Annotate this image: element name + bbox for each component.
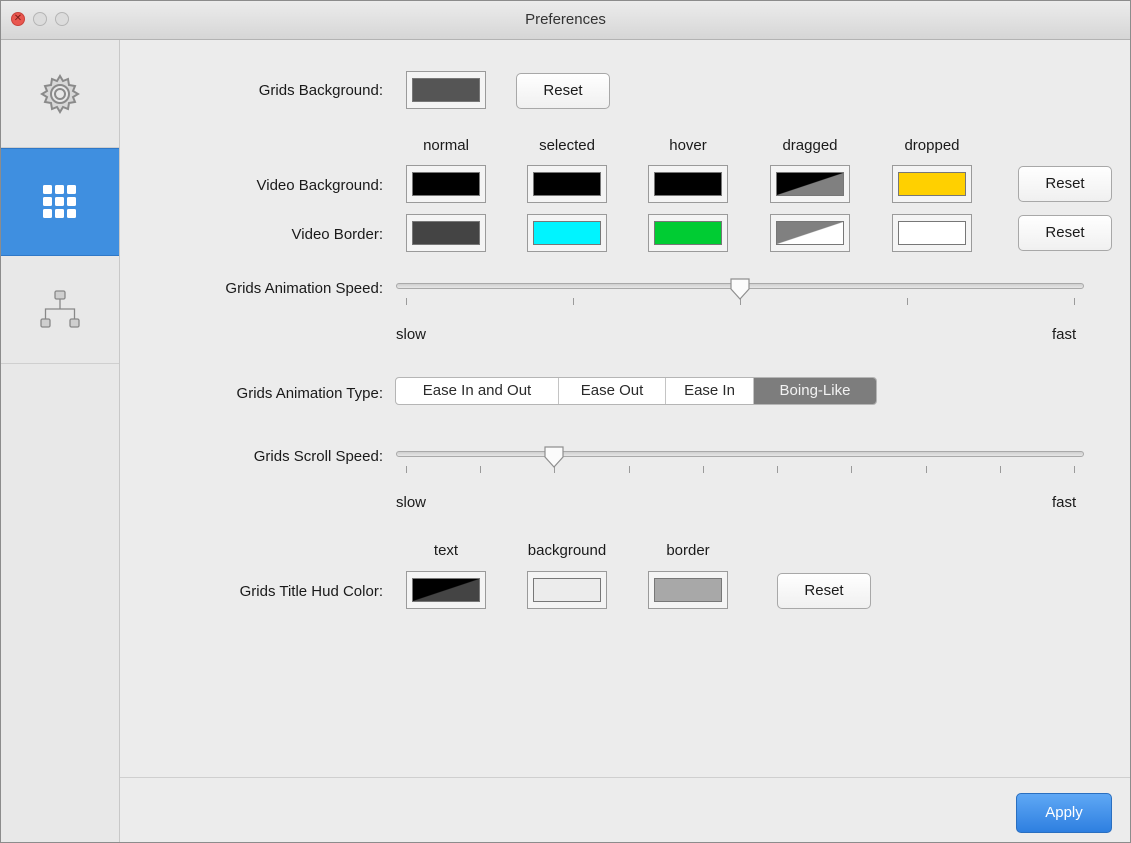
title-hud-background-well[interactable]	[527, 571, 607, 609]
animation-speed-label: Grids Animation Speed:	[225, 280, 383, 297]
column-normal: normal	[423, 137, 469, 154]
sidebar-item-grids[interactable]	[1, 148, 119, 256]
video-background-selected-well[interactable]	[527, 165, 607, 203]
color-fill	[776, 221, 844, 245]
video-border-reset-button[interactable]: Reset	[1018, 215, 1112, 251]
title-bar[interactable]: ✕ Preferences	[1, 1, 1130, 40]
slider-tick	[628, 466, 630, 473]
title-hud-text-well[interactable]	[406, 571, 486, 609]
preferences-window: ✕ Preferences Grids Background: Reset no…	[0, 0, 1131, 843]
gear-icon	[40, 73, 80, 114]
video-background-reset-button[interactable]: Reset	[1018, 166, 1112, 202]
color-fill	[654, 172, 722, 196]
slider-tick	[573, 298, 574, 305]
slider-tick	[406, 298, 407, 305]
video-border-hover-well[interactable]	[648, 214, 728, 252]
video-border-dragged-well[interactable]	[770, 214, 850, 252]
video-border-selected-well[interactable]	[527, 214, 607, 252]
sidebar-item-hierarchy[interactable]	[1, 256, 119, 364]
scroll-speed-slider[interactable]	[396, 446, 1084, 480]
slider-tick	[1074, 298, 1075, 305]
title-hud-color-label: Grids Title Hud Color:	[239, 583, 383, 600]
color-fill	[654, 221, 722, 245]
animation-speed-max-label: fast	[1052, 326, 1077, 343]
color-fill	[412, 172, 480, 196]
option-ease-in-and-out[interactable]: Ease In and Out	[396, 378, 559, 404]
slider-tick	[777, 466, 779, 473]
color-fill	[412, 578, 480, 602]
slider-tick	[907, 298, 908, 305]
slider-track	[396, 451, 1084, 457]
video-background-dragged-well[interactable]	[770, 165, 850, 203]
grid-icon	[43, 185, 76, 218]
slider-tick	[925, 466, 927, 473]
slider-tick	[480, 466, 482, 473]
scroll-speed-max-label: fast	[1052, 494, 1077, 511]
video-background-normal-well[interactable]	[406, 165, 486, 203]
grids-background-color-well[interactable]	[406, 71, 486, 109]
slider-tick	[1074, 466, 1075, 473]
color-fill	[533, 172, 601, 196]
column-selected: selected	[539, 137, 595, 154]
animation-speed-slider[interactable]	[396, 278, 1084, 312]
slider-tick	[702, 466, 704, 473]
column-border: border	[666, 542, 710, 559]
color-fill	[898, 221, 966, 245]
title-hud-border-well[interactable]	[648, 571, 728, 609]
video-background-hover-well[interactable]	[648, 165, 728, 203]
color-fill	[412, 221, 480, 245]
slider-thumb[interactable]	[542, 445, 566, 468]
video-background-label: Video Background:	[256, 177, 383, 194]
column-dropped: dropped	[904, 137, 960, 154]
footer-divider	[120, 777, 1130, 778]
animation-speed-min-label: slow	[396, 326, 427, 343]
grids-background-color-fill	[412, 78, 480, 102]
column-dragged: dragged	[782, 137, 838, 154]
column-hover: hover	[669, 137, 707, 154]
grids-background-reset-button[interactable]: Reset	[516, 73, 610, 109]
color-fill	[776, 172, 844, 196]
color-fill	[533, 578, 601, 602]
slider-thumb[interactable]	[728, 277, 752, 300]
slider-tick	[406, 466, 407, 473]
option-boing-like[interactable]: Boing-Like	[754, 378, 876, 404]
animation-type-label: Grids Animation Type:	[236, 385, 383, 402]
title-hud-reset-button[interactable]: Reset	[777, 573, 871, 609]
column-text: text	[433, 542, 459, 559]
apply-button[interactable]: Apply	[1016, 793, 1112, 833]
video-border-label: Video Border:	[291, 226, 383, 243]
preferences-content: Grids Background: Reset normal selected …	[120, 40, 1130, 842]
video-border-dropped-well[interactable]	[892, 214, 972, 252]
slider-tick	[999, 466, 1001, 473]
sidebar	[1, 40, 120, 842]
scroll-speed-label: Grids Scroll Speed:	[253, 448, 383, 465]
video-background-dropped-well[interactable]	[892, 165, 972, 203]
scroll-speed-min-label: slow	[396, 494, 427, 511]
column-background: background	[527, 542, 607, 559]
window-title: Preferences	[525, 11, 606, 28]
option-ease-in[interactable]: Ease In	[666, 378, 754, 404]
animation-type-segmented-control[interactable]: Ease In and Out Ease Out Ease In Boing-L…	[395, 377, 877, 405]
slider-tick	[851, 466, 853, 473]
hierarchy-icon	[40, 289, 80, 328]
color-fill	[898, 172, 966, 196]
video-border-normal-well[interactable]	[406, 214, 486, 252]
option-ease-out[interactable]: Ease Out	[559, 378, 666, 404]
color-fill	[654, 578, 722, 602]
color-fill	[533, 221, 601, 245]
sidebar-item-general[interactable]	[1, 40, 119, 148]
grids-background-label: Grids Background:	[258, 82, 383, 99]
